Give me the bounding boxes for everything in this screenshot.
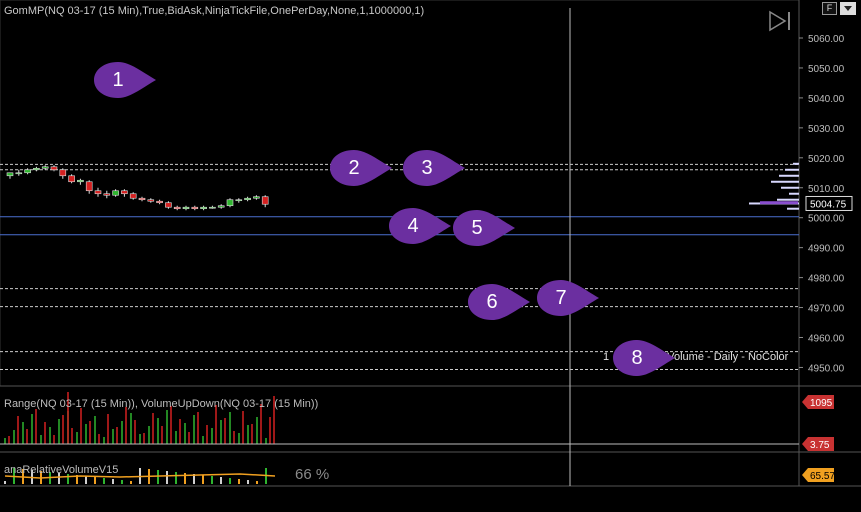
range-value-badge-label: 3.75 (810, 440, 830, 451)
candle (191, 206, 199, 210)
range-max-badge-label: 1095 (810, 398, 833, 409)
candle (103, 193, 111, 196)
price-tick-label: 5000.00 (808, 214, 845, 225)
range-indicator-title: Range(NQ 03-17 (15 Min)), VolumeUpDown(N… (4, 398, 319, 410)
candle (33, 167, 40, 171)
price-tick-label: 5060.00 (808, 34, 845, 45)
candle (261, 196, 269, 205)
marker-number: 1 (112, 69, 124, 91)
marker-number: 4 (407, 215, 419, 237)
candle (226, 199, 234, 207)
price-tick-label: 5040.00 (808, 94, 845, 105)
volume-profile-bar (777, 198, 799, 201)
f-button[interactable]: F (822, 2, 837, 15)
candle (147, 199, 155, 202)
candle (50, 166, 58, 171)
candle (68, 175, 75, 183)
candle (173, 206, 181, 210)
volume-profile-bar (779, 174, 799, 177)
chart-title: GomMP(NQ 03-17 (15 Min),True,BidAsk,Ninj… (4, 5, 425, 17)
price-tick-label: 5030.00 (808, 124, 845, 135)
volume-profile-poc (760, 201, 798, 205)
price-tick-label: 5010.00 (808, 184, 845, 195)
marker-7[interactable]: 7 (537, 278, 601, 318)
relative-volume-title: anaRelativeVolumeV15 (4, 464, 119, 476)
candle (94, 190, 102, 195)
candle (200, 206, 207, 210)
last-price-label: 5004.75 (810, 199, 847, 210)
chart-options-dropdown[interactable] (840, 2, 856, 15)
price-panel (0, 0, 800, 387)
volume-profile-bar (785, 168, 799, 171)
volume-profile-bar (787, 207, 799, 210)
marker-number: 5 (471, 217, 483, 239)
marker-1[interactable]: 1 (94, 60, 158, 100)
marker-number: 8 (631, 347, 643, 369)
candle (253, 196, 260, 199)
profile-prefix: 1 (603, 351, 610, 363)
relative-volume-percent: 66 % (295, 466, 330, 483)
marker-2[interactable]: 2 (330, 148, 394, 188)
candle (41, 166, 49, 169)
price-tick-label: 4950.00 (808, 363, 845, 374)
marker-number: 3 (421, 157, 433, 179)
candle (182, 206, 190, 210)
relative-volume-badge-label: 65.57 (810, 471, 835, 482)
candle (59, 169, 67, 177)
price-tick-label: 4980.00 (808, 274, 845, 285)
marker-4[interactable]: 4 (389, 206, 453, 246)
candle (77, 179, 84, 183)
marker-6[interactable]: 6 (468, 282, 532, 322)
candle (244, 197, 251, 201)
price-tick-label: 5020.00 (808, 154, 845, 165)
candle (129, 193, 137, 199)
marker-3[interactable]: 3 (403, 148, 467, 188)
candle (112, 190, 119, 196)
price-tick-label: 4960.00 (808, 334, 845, 345)
price-tick-label: 5050.00 (808, 64, 845, 75)
candle (235, 199, 243, 202)
marker-number: 2 (348, 157, 360, 179)
chart-window: 5060.00 5050.00 5040.00 5030.00 5020.00 5010.… (0, 0, 861, 512)
volume-profile-bar (781, 186, 799, 189)
volume-profile-bar (793, 162, 799, 165)
candle (138, 197, 146, 201)
price-tick-label: 4990.00 (808, 244, 845, 255)
marker-8[interactable]: 8 (613, 338, 677, 378)
marker-number: 6 (486, 291, 498, 313)
marker-5[interactable]: 5 (453, 208, 517, 248)
volume-profile-bar (789, 192, 799, 195)
play-to-end-icon[interactable] (768, 10, 792, 32)
marker-number: 7 (555, 287, 567, 309)
candle (209, 206, 216, 209)
candle (165, 202, 172, 208)
profile-label-text: Volume - Daily - NoColor (667, 351, 789, 363)
candle (85, 181, 93, 192)
candle (6, 172, 14, 177)
candle (24, 169, 31, 174)
price-tick-label: 4970.00 (808, 304, 845, 315)
candle (156, 200, 163, 204)
volume-profile-bar (771, 180, 799, 183)
candle (121, 190, 128, 195)
candle (15, 172, 23, 175)
candle (217, 205, 225, 208)
